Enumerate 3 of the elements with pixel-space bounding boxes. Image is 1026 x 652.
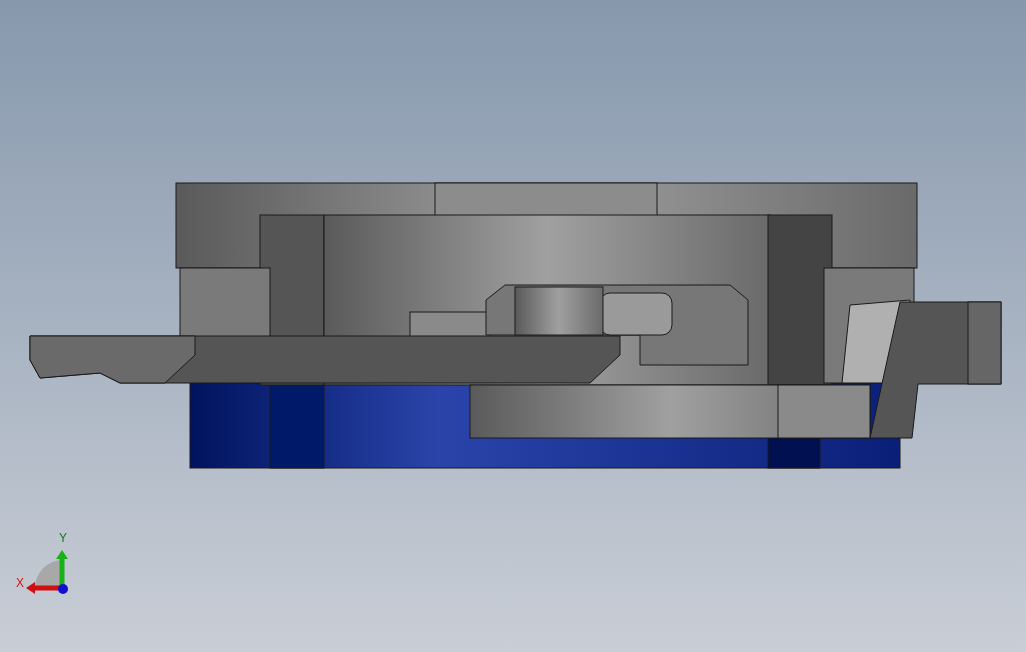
coordinate-triad-icon (26, 550, 68, 594)
x-axis-label: X (16, 577, 24, 589)
y-axis-label: Y (59, 532, 67, 544)
